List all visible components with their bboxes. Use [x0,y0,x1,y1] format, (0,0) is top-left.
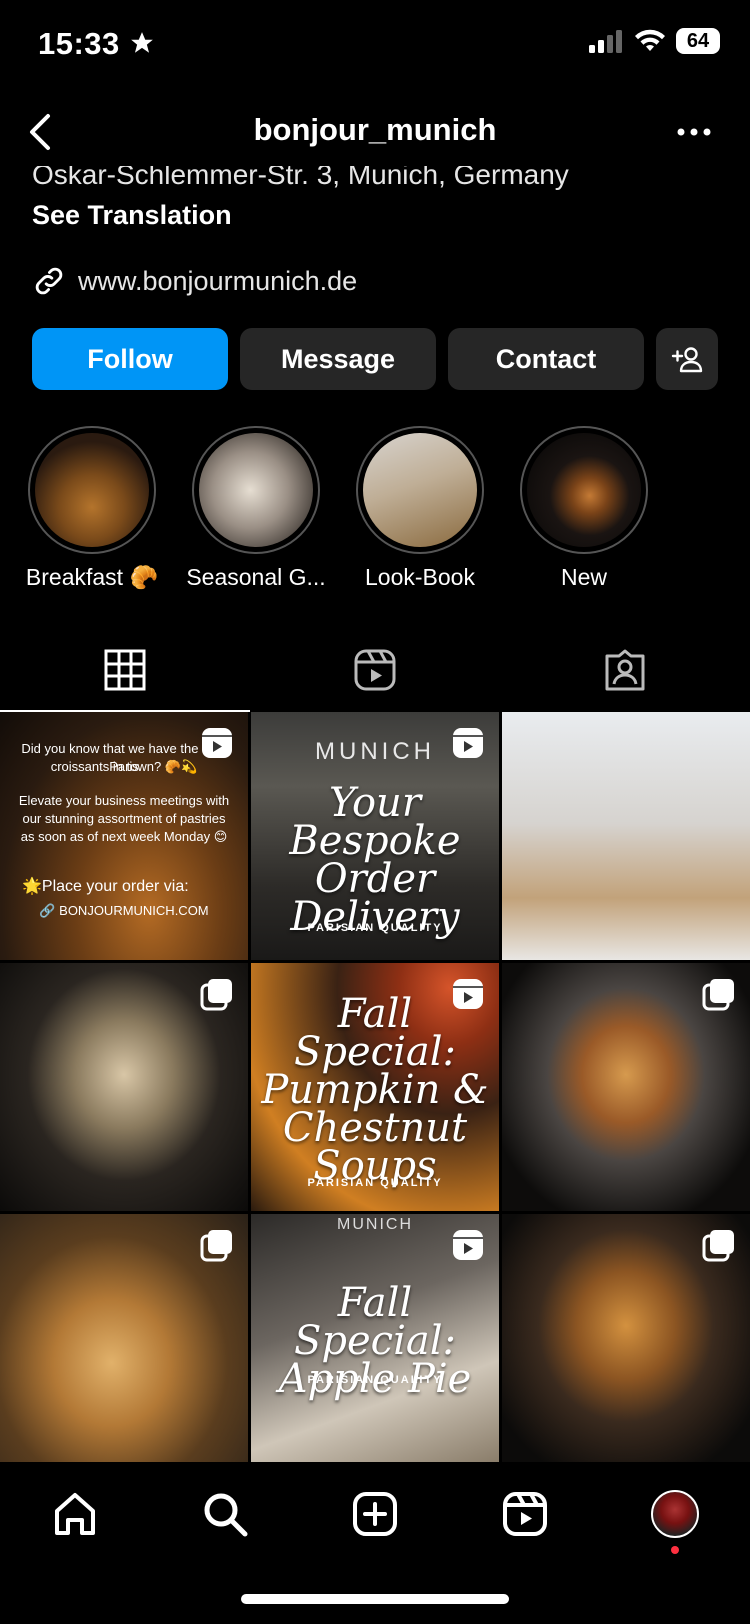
post-title: Your Bespoke Order Delivery [289,780,461,940]
post-caption-line: croissants in town? 🥐💫 [50,759,198,774]
highlight-cover-image [363,433,477,547]
reels-icon [503,1492,547,1536]
post-tagline: PARISIAN QUALITY [307,922,443,934]
page-title: bonjour_munich [253,112,497,147]
highlight-breakfast[interactable]: Breakfast 🥐 [12,426,172,591]
post-image [502,712,750,960]
highlight-ring [192,426,320,554]
time-text: 15:33 [38,26,120,61]
highlight-label: Breakfast 🥐 [25,564,159,590]
carousel-badge-icon [200,979,232,1011]
reels-icon [354,649,396,691]
search-icon [204,1493,248,1537]
website-url: www.bonjourmunich.de [78,265,358,296]
post-thumbnail[interactable]: Did you know that we have the best Paris… [0,712,248,960]
bio-address: Oskar-Schlemmer-Str. 3, Munich, Germany [32,166,712,196]
post-thumbnail[interactable] [502,712,750,960]
post-grid: Did you know that we have the best Paris… [0,712,750,1462]
more-horizontal-icon [677,128,711,136]
reel-badge-icon [202,728,232,758]
highlight-new[interactable]: New [504,426,664,591]
post-title: Fall Special: Pumpkin & Chestnut Soups [261,991,489,1189]
nav-profile[interactable] [645,1484,705,1544]
post-tagline: PARISIAN QUALITY [307,1374,443,1386]
profile-tabs [0,630,750,712]
message-button[interactable]: Message [240,328,436,390]
status-bar: 15:33 64 [0,0,750,90]
highlight-seasonal[interactable]: Seasonal G... [176,426,336,591]
carousel-badge-icon [200,1230,232,1262]
tagged-person-icon [605,649,645,691]
highlight-ring [28,426,156,554]
suggested-accounts-button[interactable] [656,328,718,390]
cellular-signal-icon [589,30,622,53]
nav-home[interactable] [45,1484,105,1544]
post-thumbnail[interactable] [0,963,248,1211]
highlight-cover-image [527,433,641,547]
highlight-cover-image [35,433,149,547]
post-thumbnail[interactable] [0,1214,248,1462]
post-thumbnail[interactable]: MUNICH Fall Special: Apple Pie PARISIAN … [251,1214,499,1462]
status-indicators: 64 [588,28,720,54]
tab-tagged[interactable] [500,630,750,710]
contact-button[interactable]: Contact [448,328,644,390]
reel-badge-icon [453,979,483,1009]
avatar [651,1490,699,1538]
reel-badge-icon [453,728,483,758]
status-time: 15:33 [38,26,155,62]
notification-dot [671,1546,679,1554]
nav-create[interactable] [345,1484,405,1544]
nav-search[interactable] [195,1484,255,1544]
battery-level: 64 [686,29,710,52]
highlight-ring [520,426,648,554]
more-options-button[interactable] [666,108,722,156]
highlight-look-book[interactable]: Look-Book [340,426,500,591]
carousel-badge-icon [702,979,734,1011]
carousel-badge-icon [702,1230,734,1262]
battery-icon: 64 [676,28,720,54]
post-thumbnail[interactable] [502,963,750,1211]
post-thumbnail[interactable]: MUNICH Your Bespoke Order Delivery PARIS… [251,712,499,960]
add-person-icon [671,347,703,373]
star-icon [131,32,153,53]
see-translation-link[interactable]: See Translation [32,200,232,231]
highlight-cover-image [199,433,313,547]
wifi-icon [635,29,665,51]
profile-header: bonjour_munich [0,100,750,164]
highlight-label: Look-Book [365,564,475,590]
grid-icon [104,649,146,691]
home-icon [55,1493,95,1535]
post-tagline: PARISIAN QUALITY [307,1177,443,1189]
website-link[interactable]: www.bonjourmunich.de [32,264,357,298]
follow-button[interactable]: Follow [32,328,228,390]
post-thumbnail[interactable] [502,1214,750,1462]
nav-reels[interactable] [495,1484,555,1544]
post-thumbnail[interactable]: Fall Special: Pumpkin & Chestnut Soups P… [251,963,499,1211]
reel-badge-icon [453,1230,483,1260]
highlight-label: New [560,564,607,590]
link-icon [35,267,63,295]
highlight-ring [356,426,484,554]
bio-address-text: Oskar-Schlemmer-Str. 3, Munich, Germany [32,166,569,190]
create-post-icon [353,1492,397,1536]
post-caption-url: 🔗 BONJOURMUNICH.COM [39,903,209,918]
post-caption-order: 🌟Place your order via: [22,878,189,895]
story-highlights: Breakfast 🥐 Seasonal G... Look-Book New [0,426,750,596]
highlight-label: Seasonal G... [186,564,326,590]
post-caption-line: Elevate your business meetings with our … [18,793,230,844]
tab-posts[interactable] [0,630,250,712]
home-indicator [241,1594,509,1604]
tab-reels[interactable] [250,630,500,710]
